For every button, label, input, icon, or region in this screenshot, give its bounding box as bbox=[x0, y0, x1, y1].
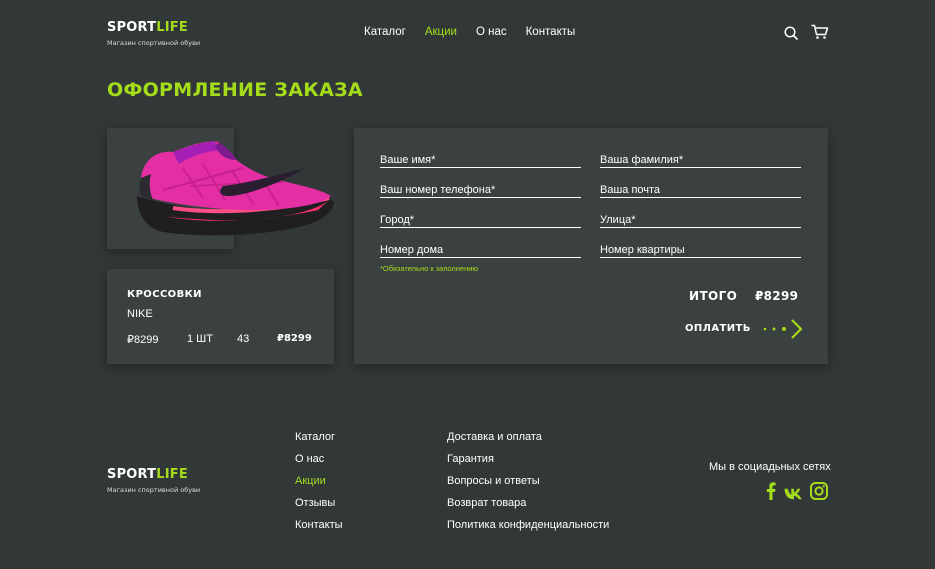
total-label: ИТОГО bbox=[689, 289, 738, 303]
search-icon[interactable] bbox=[784, 25, 798, 44]
street-field[interactable]: Улица* bbox=[600, 214, 801, 228]
sneaker-image bbox=[137, 141, 334, 236]
footer-logo-text: SPORTLIFE bbox=[107, 467, 188, 482]
product-price: ₽8299 bbox=[127, 334, 159, 346]
product-image-card bbox=[107, 128, 334, 249]
cart-icon[interactable] bbox=[811, 24, 829, 44]
footer-nav-col2: Доставка и оплата Гарантия Вопросы и отв… bbox=[447, 430, 609, 540]
facebook-icon[interactable] bbox=[766, 482, 776, 504]
product-name: КРОССОВКИ bbox=[127, 289, 202, 300]
apartment-label: Номер квартиры bbox=[600, 244, 685, 256]
email-field[interactable]: Ваша почта bbox=[600, 184, 801, 198]
instagram-icon[interactable] bbox=[810, 482, 828, 504]
apartment-field[interactable]: Номер квартиры bbox=[600, 244, 801, 258]
product-info-card: КРОССОВКИ NIKE ₽8299 1 ШТ 43 ₽8299 bbox=[107, 269, 334, 364]
phone-field[interactable]: Ваш номер телефона* bbox=[380, 184, 581, 198]
first-name-label: Ваше имя* bbox=[380, 154, 436, 166]
last-name-field[interactable]: Ваша фамилия* bbox=[600, 154, 801, 168]
house-label: Номер дома bbox=[380, 244, 444, 256]
nav-promotions[interactable]: Акции bbox=[425, 25, 457, 39]
email-label: Ваша почта bbox=[600, 184, 661, 196]
footer-link-contacts[interactable]: Контакты bbox=[295, 518, 343, 540]
footer-logo[interactable]: SPORTLIFE Магазин спортивной обуви bbox=[107, 467, 201, 495]
nav-about[interactable]: О нас bbox=[476, 25, 507, 39]
last-name-label: Ваша фамилия* bbox=[600, 154, 684, 166]
street-label: Улица* bbox=[600, 214, 636, 226]
footer-logo-tagline: Магазин спортивной обуви bbox=[107, 486, 201, 494]
nav-catalog[interactable]: Каталог bbox=[364, 25, 406, 39]
footer-link-promotions[interactable]: Акции bbox=[295, 474, 343, 496]
logo-text: SPORTLIFE bbox=[107, 20, 188, 35]
city-label: Город* bbox=[380, 214, 415, 226]
footer-link-catalog[interactable]: Каталог bbox=[295, 430, 343, 452]
footer-link-privacy[interactable]: Политика конфиденциальности bbox=[447, 518, 609, 540]
footer-link-returns[interactable]: Возврат товара bbox=[447, 496, 609, 518]
main-nav: Каталог Акции О нас Контакты bbox=[364, 25, 594, 39]
product-brand: NIKE bbox=[127, 308, 153, 320]
footer-link-faq[interactable]: Вопросы и ответы bbox=[447, 474, 609, 496]
phone-label: Ваш номер телефона* bbox=[380, 184, 496, 196]
pay-button[interactable]: ОПЛАТИТЬ bbox=[685, 323, 751, 334]
footer-link-about[interactable]: О нас bbox=[295, 452, 343, 474]
product-total: ₽8299 bbox=[277, 333, 312, 344]
checkout-form-card: Ваше имя* Ваша фамилия* Ваш номер телефо… bbox=[354, 128, 828, 364]
footer-nav-col1: Каталог О нас Акции Отзывы Контакты bbox=[295, 430, 343, 540]
header-logo[interactable]: SPORTLIFE Магазин спортивной обуви bbox=[107, 20, 201, 48]
footer-link-reviews[interactable]: Отзывы bbox=[295, 496, 343, 518]
total-value: ₽8299 bbox=[755, 289, 799, 303]
house-field[interactable]: Номер дома bbox=[380, 244, 581, 258]
logo-tagline: Магазин спортивной обуви bbox=[107, 39, 201, 47]
vk-icon[interactable] bbox=[784, 485, 803, 504]
page-title: ОФОРМЛЕНИЕ ЗАКАЗА bbox=[107, 79, 363, 101]
product-size: 43 bbox=[237, 333, 250, 345]
city-field[interactable]: Город* bbox=[380, 214, 581, 228]
required-note: *Обязательно к заполнению bbox=[380, 264, 479, 273]
nav-contacts[interactable]: Контакты bbox=[526, 25, 576, 39]
pay-arrow-icon[interactable] bbox=[761, 318, 805, 344]
product-quantity: 1 ШТ bbox=[187, 333, 213, 345]
social-title: Мы в социадьных сетях bbox=[709, 461, 831, 473]
footer-link-delivery[interactable]: Доставка и оплата bbox=[447, 430, 609, 452]
first-name-field[interactable]: Ваше имя* bbox=[380, 154, 581, 168]
footer-link-warranty[interactable]: Гарантия bbox=[447, 452, 609, 474]
